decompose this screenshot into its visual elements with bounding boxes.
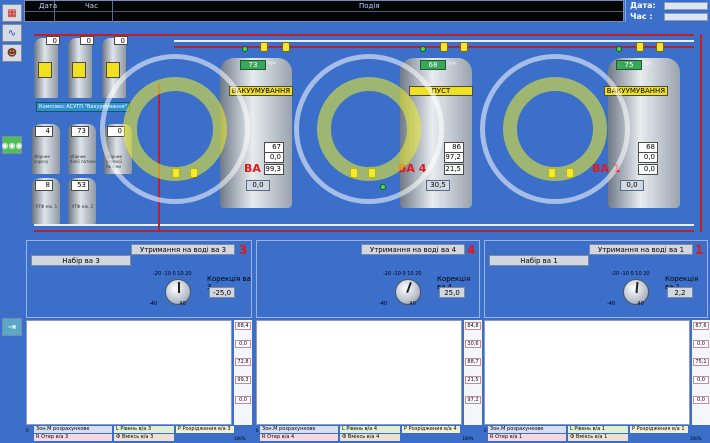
status-dot-4 [420,46,426,52]
watermark-logo-3 [480,54,630,204]
panel-3-title: Утримання на воді ва 3 [131,244,235,255]
tank1-value-3: 0,0 [638,164,658,175]
bottom-tank-2-label: УТФ мік. 2 [72,204,94,209]
hopper-3-level [106,62,120,78]
tank1-level: 75 [616,60,642,70]
datetime-panel: Дата: Час : [625,0,710,22]
trend-chart-1[interactable]: 87,6 0,0 75,1 0,0 0,0 Зон.М розрахункове… [484,320,710,443]
pipe-top-white [174,40,694,42]
panel-1-number: 1 [695,243,704,257]
valve-top-3[interactable] [260,42,268,52]
control-panel-4: Утримання на воді ва 4 4 -20 -10 0 10 20… [256,240,480,318]
pipe-bottom-white [34,224,694,226]
collector-2-value: 73 [71,126,89,137]
tank1-bottom-value: 0,0 [620,180,644,191]
watermark-logo-2 [294,54,444,204]
time-value [664,13,708,21]
trend-chart-3[interactable]: 68,4 0,0 72,8 99,3 0,0 Зон.М розрахунков… [26,320,252,443]
pipe-right-red [700,34,702,232]
trend-chart-4[interactable]: 84,8 30,6 88,7 21,5 97,2 Зон.М розрахунк… [256,320,482,443]
tank4-bottom-value: 30,5 [426,180,450,191]
panel-4-number: 4 [467,243,476,257]
tank3-bottom-value: 0,0 [246,180,270,191]
bottom-tank-2-value: 53 [71,180,89,191]
top-indicator-2: 0 [80,36,94,45]
valve-top-4b[interactable] [460,42,468,52]
collector-2-label: збірник білої патоки [70,154,96,164]
hopper-2-level [72,62,86,78]
set-button-1[interactable]: Набір ва 1 [489,255,589,266]
factory-icon[interactable]: ▦ [2,4,22,22]
pipe-bottom-red [34,230,694,232]
bottom-tank-1-label: УТФ мік. 1 [36,204,58,209]
pipe-top-red [34,34,694,36]
tank1-value-2: 0,0 [638,152,658,163]
process-diagram: 0 0 0 Комплекс АСУТП "Вакуумування" 4 73… [24,24,710,236]
trend-plot-3[interactable] [26,320,232,425]
exit-icon[interactable]: ⇥ [2,318,22,336]
tank4-value-3: 21,5 [444,164,464,175]
control-panel-1: Утримання на воді ва 1 1 Набір ва 1 -20 … [484,240,708,318]
valve-top-1[interactable] [636,42,644,52]
correction-value-1[interactable]: 2,2 [667,287,693,298]
tank3-level: 73 [240,60,266,70]
trend-values-4: 84,8 30,6 88,7 21,5 97,2 [464,320,482,425]
control-panel-3: Утримання на воді ва 3 3 Набір ва 3 -20 … [26,240,252,318]
top-indicator-1: 0 [46,36,60,45]
correction-value-4[interactable]: 25,0 [439,287,465,298]
hopper-1-level [38,62,52,78]
valve-top-4[interactable] [440,42,448,52]
date-label: Дата: [630,1,656,10]
process-icon[interactable]: ◉◉◉ [2,136,22,154]
status-dot-3 [242,46,248,52]
date-value [664,2,708,10]
event-log: Дата Час Подія [24,0,624,23]
chart-icon[interactable]: ∿ [2,24,22,42]
panel-4-title: Утримання на воді ва 4 [361,244,465,255]
event-col-date: Дата [25,1,57,23]
valve-top-3b[interactable] [282,42,290,52]
panel-1-title: Утримання на воді ва 1 [589,244,693,255]
time-label: Час : [630,12,653,21]
top-indicator-3: 0 [114,36,128,45]
tank4-value-2: 97,2 [444,152,464,163]
watermark-logo-1 [100,54,250,204]
correction-value-3[interactable]: -25,0 [209,287,235,298]
people-icon[interactable]: ☻ [2,44,22,62]
trend-plot-1[interactable] [484,320,690,425]
trend-plot-4[interactable] [256,320,462,425]
status-dot-1 [616,46,622,52]
tank3-value-2: 0,0 [264,152,284,163]
tank4-level: 68 [420,60,446,70]
bottom-tank-1-value: 8 [35,180,53,191]
event-col-time: Час [55,1,113,23]
trend-values-3: 68,4 0,0 72,8 99,3 0,0 [234,320,252,425]
trend-values-1: 87,6 0,0 75,1 0,0 0,0 [692,320,710,425]
event-col-event: Подія [359,2,380,10]
valve-top-1b[interactable] [656,42,664,52]
collector-1-label: збірник сорозу [34,154,50,164]
panel-3-number: 3 [239,243,248,257]
collector-1-value: 4 [35,126,53,137]
set-button-3[interactable]: Набір ва 3 [31,255,131,266]
tank3-value-3: 99,3 [264,164,284,175]
